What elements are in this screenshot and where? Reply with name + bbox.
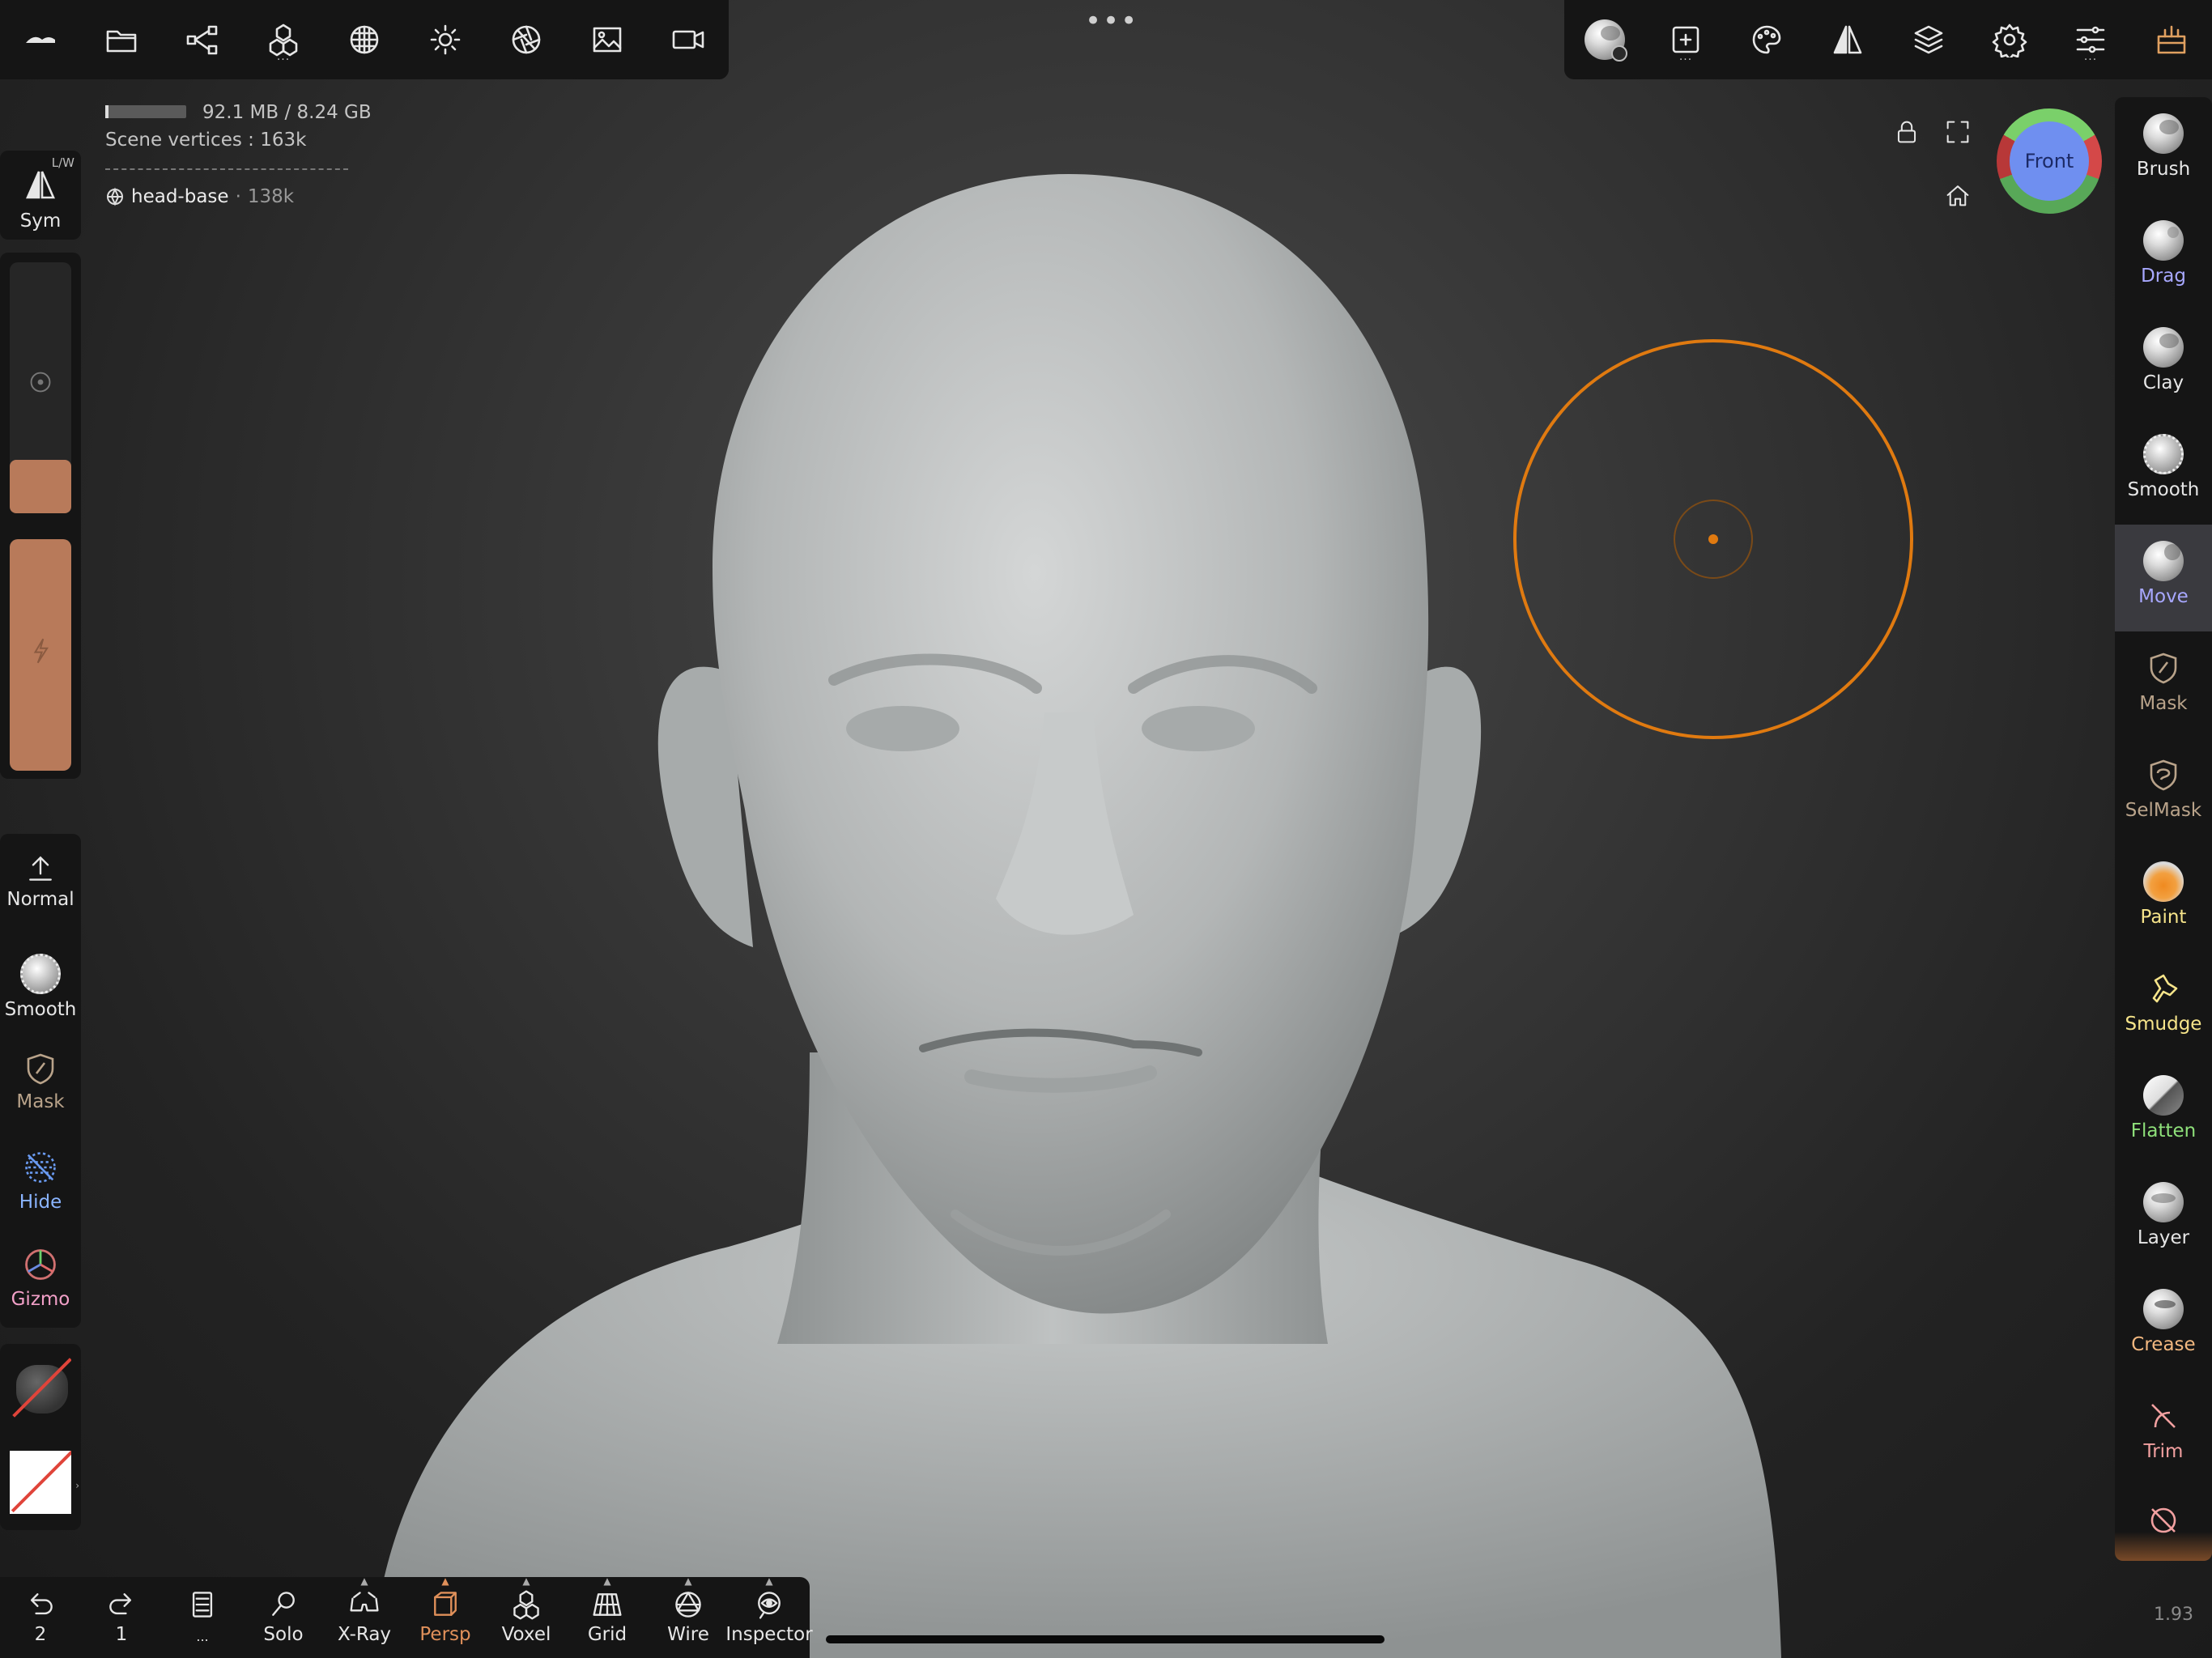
history-button[interactable]: ... bbox=[162, 1577, 243, 1658]
perspective-cube-icon bbox=[434, 1592, 457, 1616]
brush-cursor-center bbox=[1708, 534, 1718, 544]
radius-slider-fill bbox=[10, 460, 71, 513]
mask-shield-icon bbox=[27, 1053, 54, 1085]
undo-button[interactable]: 2 bbox=[0, 1577, 81, 1658]
inspector-eye-icon bbox=[758, 1592, 781, 1619]
tool-move[interactable]: Move bbox=[2115, 541, 2212, 607]
right-tools-panel: Brush Drag Clay Smooth Move Mask SelMask… bbox=[2115, 97, 2212, 1561]
tool-smooth[interactable]: Smooth bbox=[2115, 434, 2212, 500]
paint-sphere-icon bbox=[2143, 861, 2184, 902]
xray-button[interactable]: ▲ X-Ray bbox=[324, 1575, 405, 1658]
redo-button[interactable]: 1 bbox=[81, 1577, 162, 1658]
redo-arrow-icon bbox=[109, 1593, 132, 1615]
gizmo-axes-icon bbox=[25, 1249, 56, 1280]
wireframe-button[interactable]: ▲ Wire bbox=[648, 1575, 729, 1658]
sym-button[interactable]: L/W Sym bbox=[0, 151, 81, 240]
tool-brush[interactable]: Brush bbox=[2115, 113, 2212, 180]
tool-clay[interactable]: Clay bbox=[2115, 327, 2212, 393]
tool-paint[interactable]: Paint bbox=[2115, 861, 2212, 928]
no-color-strike bbox=[11, 1451, 71, 1513]
wireframe-icon bbox=[675, 1592, 701, 1618]
magnifier-icon bbox=[272, 1592, 295, 1616]
color-swatch[interactable] bbox=[10, 1451, 71, 1514]
grid-icon bbox=[593, 1593, 622, 1616]
stroke-normal-button[interactable]: Normal bbox=[0, 852, 81, 910]
tool-trim[interactable]: Trim bbox=[2115, 1396, 2212, 1462]
tool-smudge[interactable]: Smudge bbox=[2115, 968, 2212, 1035]
arrow-up-icon bbox=[29, 856, 52, 881]
smooth-sphere-icon bbox=[20, 954, 61, 994]
matcap-swatch[interactable] bbox=[10, 1357, 71, 1418]
radius-target-icon bbox=[30, 372, 51, 393]
intensity-slider[interactable] bbox=[10, 539, 71, 771]
quick-mask-button[interactable]: Mask bbox=[0, 1051, 81, 1112]
intensity-bolt-icon bbox=[33, 638, 49, 664]
selmask-shield-icon bbox=[2150, 759, 2177, 791]
grid-button[interactable]: ▲ Grid bbox=[567, 1575, 648, 1658]
xray-glasses-icon bbox=[350, 1592, 379, 1612]
trim-icon bbox=[2151, 1404, 2176, 1428]
tool-flatten[interactable]: Flatten bbox=[2115, 1075, 2212, 1141]
tool-crease[interactable]: Crease bbox=[2115, 1289, 2212, 1355]
home-indicator bbox=[826, 1635, 1385, 1643]
smooth-sphere-icon bbox=[2143, 434, 2184, 474]
fullscreen-icon[interactable] bbox=[1938, 112, 1978, 152]
solo-button[interactable]: Solo bbox=[243, 1577, 324, 1658]
inspector-button[interactable]: ▲ Inspector bbox=[725, 1575, 812, 1658]
split-icon bbox=[2150, 1507, 2176, 1533]
mask-shield-icon bbox=[2150, 653, 2177, 684]
bottom-toolbar: 2 1 ... Solo ▲ X-Ray ▲ Persp ▲ Voxel ▲ G… bbox=[0, 1575, 813, 1658]
undo-arrow-icon bbox=[30, 1593, 53, 1615]
symmetry-icon bbox=[26, 171, 55, 199]
tool-selmask[interactable]: SelMask bbox=[2115, 755, 2212, 821]
tool-mask[interactable]: Mask bbox=[2115, 648, 2212, 714]
view-cube[interactable]: Front bbox=[1997, 108, 2102, 214]
swatch-panel: › bbox=[0, 1344, 81, 1530]
quick-smooth-button[interactable]: Smooth bbox=[0, 954, 81, 1020]
brush-sliders-panel bbox=[0, 253, 81, 779]
quick-hide-button[interactable]: Hide bbox=[0, 1148, 81, 1213]
hide-grid-icon bbox=[25, 1152, 56, 1183]
view-cube-label: Front bbox=[2024, 150, 2074, 172]
history-list-icon bbox=[192, 1592, 213, 1618]
lock-icon[interactable] bbox=[1887, 112, 1927, 152]
tool-more-partial[interactable] bbox=[2115, 1503, 2212, 1538]
tool-layer[interactable]: Layer bbox=[2115, 1182, 2212, 1248]
flatten-sphere-icon bbox=[2143, 1075, 2184, 1116]
radius-slider[interactable] bbox=[10, 262, 71, 513]
left-tool-panel: Normal Smooth Mask Hide Gizmo bbox=[0, 834, 81, 1328]
voxel-cubes-icon bbox=[513, 1590, 539, 1620]
sculpt-viewport[interactable] bbox=[0, 0, 2212, 1658]
smudge-finger-icon bbox=[2152, 974, 2178, 1003]
quick-gizmo-button[interactable]: Gizmo bbox=[0, 1245, 81, 1310]
version-label: 1.93 bbox=[2154, 1605, 2193, 1625]
voxel-button[interactable]: ▲ Voxel bbox=[486, 1575, 567, 1658]
home-view-icon[interactable] bbox=[1938, 175, 1978, 215]
tool-drag[interactable]: Drag bbox=[2115, 220, 2212, 287]
perspective-button[interactable]: ▲ Persp bbox=[405, 1575, 486, 1658]
